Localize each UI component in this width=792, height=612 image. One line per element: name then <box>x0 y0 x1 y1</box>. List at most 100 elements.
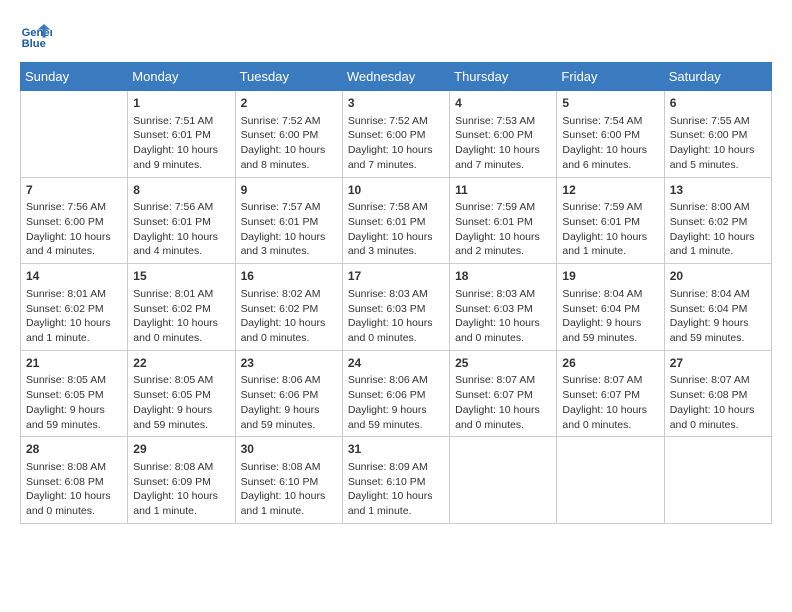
day-info: Sunrise: 8:07 AM <box>562 373 658 388</box>
day-info: and 0 minutes. <box>455 418 551 433</box>
day-info: Sunrise: 8:05 AM <box>133 373 229 388</box>
day-info: Daylight: 9 hours <box>562 316 658 331</box>
day-info: Sunset: 6:00 PM <box>348 128 444 143</box>
day-info: Sunset: 6:02 PM <box>26 302 122 317</box>
day-info: Daylight: 10 hours <box>562 143 658 158</box>
day-number: 24 <box>348 355 444 372</box>
calendar-cell: 13Sunrise: 8:00 AMSunset: 6:02 PMDayligh… <box>664 177 771 264</box>
day-info: Sunset: 6:06 PM <box>348 388 444 403</box>
day-info: Sunset: 6:00 PM <box>670 128 766 143</box>
day-number: 25 <box>455 355 551 372</box>
day-number: 31 <box>348 441 444 458</box>
day-info: and 9 minutes. <box>133 158 229 173</box>
week-row-2: 7Sunrise: 7:56 AMSunset: 6:00 PMDaylight… <box>21 177 772 264</box>
calendar-cell: 21Sunrise: 8:05 AMSunset: 6:05 PMDayligh… <box>21 350 128 437</box>
day-info: Sunset: 6:01 PM <box>133 215 229 230</box>
day-number: 26 <box>562 355 658 372</box>
day-info: Sunrise: 7:54 AM <box>562 114 658 129</box>
day-info: Sunrise: 8:02 AM <box>241 287 337 302</box>
day-info: Sunset: 6:05 PM <box>133 388 229 403</box>
day-info: Sunrise: 7:53 AM <box>455 114 551 129</box>
calendar-cell <box>557 437 664 524</box>
day-number: 12 <box>562 182 658 199</box>
day-number: 21 <box>26 355 122 372</box>
day-info: Sunset: 6:04 PM <box>670 302 766 317</box>
day-number: 9 <box>241 182 337 199</box>
day-info: Sunrise: 7:58 AM <box>348 200 444 215</box>
calendar-cell: 28Sunrise: 8:08 AMSunset: 6:08 PMDayligh… <box>21 437 128 524</box>
day-info: Sunrise: 8:09 AM <box>348 460 444 475</box>
day-number: 30 <box>241 441 337 458</box>
day-info: and 3 minutes. <box>241 244 337 259</box>
day-info: Daylight: 10 hours <box>348 143 444 158</box>
day-info: Sunset: 6:00 PM <box>562 128 658 143</box>
day-info: and 5 minutes. <box>670 158 766 173</box>
day-info: Daylight: 10 hours <box>133 230 229 245</box>
page-header: General Blue <box>20 20 772 52</box>
day-info: Sunrise: 7:52 AM <box>241 114 337 129</box>
day-info: Daylight: 10 hours <box>133 143 229 158</box>
calendar-cell: 6Sunrise: 7:55 AMSunset: 6:00 PMDaylight… <box>664 91 771 178</box>
day-number: 27 <box>670 355 766 372</box>
day-info: Sunrise: 8:01 AM <box>133 287 229 302</box>
day-number: 17 <box>348 268 444 285</box>
day-info: and 59 minutes. <box>241 418 337 433</box>
day-info: Daylight: 9 hours <box>26 403 122 418</box>
day-info: Sunset: 6:01 PM <box>241 215 337 230</box>
day-number: 4 <box>455 95 551 112</box>
day-info: and 59 minutes. <box>26 418 122 433</box>
day-number: 11 <box>455 182 551 199</box>
calendar-cell: 29Sunrise: 8:08 AMSunset: 6:09 PMDayligh… <box>128 437 235 524</box>
calendar-cell: 31Sunrise: 8:09 AMSunset: 6:10 PMDayligh… <box>342 437 449 524</box>
day-info: and 3 minutes. <box>348 244 444 259</box>
day-info: Sunset: 6:10 PM <box>348 475 444 490</box>
svg-text:Blue: Blue <box>22 38 46 50</box>
day-info: Daylight: 10 hours <box>348 316 444 331</box>
day-info: and 1 minute. <box>133 504 229 519</box>
day-info: and 0 minutes. <box>455 331 551 346</box>
day-number: 7 <box>26 182 122 199</box>
day-info: Sunrise: 8:03 AM <box>455 287 551 302</box>
day-info: Sunset: 6:03 PM <box>348 302 444 317</box>
day-number: 15 <box>133 268 229 285</box>
day-info: Daylight: 10 hours <box>670 230 766 245</box>
day-info: Sunrise: 8:08 AM <box>133 460 229 475</box>
day-info: Daylight: 9 hours <box>670 316 766 331</box>
day-number: 22 <box>133 355 229 372</box>
day-info: and 0 minutes. <box>26 504 122 519</box>
day-number: 6 <box>670 95 766 112</box>
day-info: Daylight: 10 hours <box>455 230 551 245</box>
calendar-cell: 14Sunrise: 8:01 AMSunset: 6:02 PMDayligh… <box>21 264 128 351</box>
calendar-cell: 22Sunrise: 8:05 AMSunset: 6:05 PMDayligh… <box>128 350 235 437</box>
day-info: and 0 minutes. <box>241 331 337 346</box>
calendar-cell: 24Sunrise: 8:06 AMSunset: 6:06 PMDayligh… <box>342 350 449 437</box>
day-number: 5 <box>562 95 658 112</box>
calendar-cell: 26Sunrise: 8:07 AMSunset: 6:07 PMDayligh… <box>557 350 664 437</box>
day-info: Sunset: 6:01 PM <box>133 128 229 143</box>
day-info: Daylight: 10 hours <box>26 230 122 245</box>
week-row-4: 21Sunrise: 8:05 AMSunset: 6:05 PMDayligh… <box>21 350 772 437</box>
day-info: Sunset: 6:01 PM <box>348 215 444 230</box>
day-info: and 4 minutes. <box>26 244 122 259</box>
day-info: Daylight: 10 hours <box>133 316 229 331</box>
day-info: Sunrise: 8:05 AM <box>26 373 122 388</box>
day-number: 8 <box>133 182 229 199</box>
day-info: Sunset: 6:01 PM <box>562 215 658 230</box>
day-info: Sunrise: 8:06 AM <box>241 373 337 388</box>
day-info: Daylight: 10 hours <box>670 143 766 158</box>
col-header-sunday: Sunday <box>21 63 128 91</box>
calendar-cell <box>21 91 128 178</box>
calendar-cell: 7Sunrise: 7:56 AMSunset: 6:00 PMDaylight… <box>21 177 128 264</box>
day-info: Sunrise: 7:59 AM <box>455 200 551 215</box>
day-info: and 59 minutes. <box>670 331 766 346</box>
logo-icon: General Blue <box>20 20 52 52</box>
day-info: and 2 minutes. <box>455 244 551 259</box>
day-info: Sunset: 6:09 PM <box>133 475 229 490</box>
day-info: and 6 minutes. <box>562 158 658 173</box>
calendar-cell: 18Sunrise: 8:03 AMSunset: 6:03 PMDayligh… <box>450 264 557 351</box>
calendar-cell: 9Sunrise: 7:57 AMSunset: 6:01 PMDaylight… <box>235 177 342 264</box>
calendar-cell: 4Sunrise: 7:53 AMSunset: 6:00 PMDaylight… <box>450 91 557 178</box>
col-header-wednesday: Wednesday <box>342 63 449 91</box>
day-number: 18 <box>455 268 551 285</box>
calendar-cell <box>450 437 557 524</box>
